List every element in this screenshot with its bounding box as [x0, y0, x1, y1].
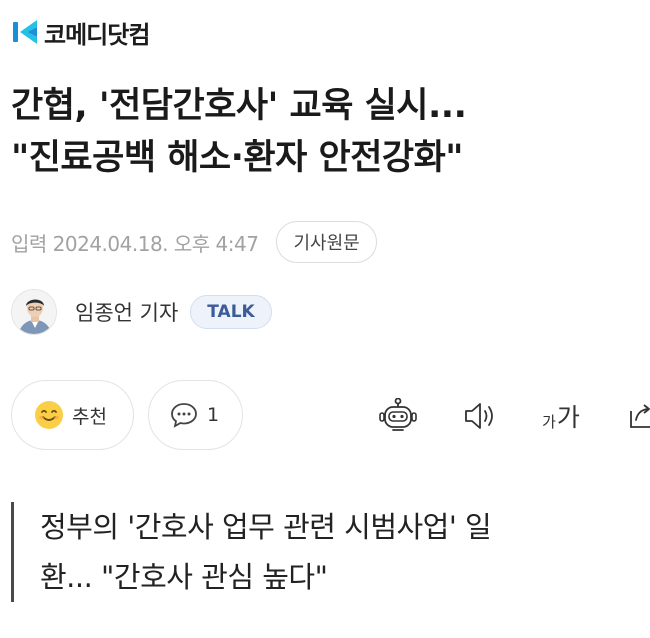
- speaker-icon: [465, 403, 493, 429]
- avatar[interactable]: [11, 289, 57, 335]
- speech-bubble-icon: [171, 403, 197, 428]
- komedi-logo-icon: [13, 20, 37, 44]
- share-button[interactable]: [627, 398, 650, 434]
- subheadline-line-2: 환... "간호사 관심 높다": [40, 560, 328, 594]
- article-subheadline: 정부의 '간호사 업무 관련 시범사업' 일 환... "간호사 관심 높다": [11, 502, 643, 602]
- robot-icon: [379, 398, 417, 431]
- author-name[interactable]: 임종언 기자: [75, 297, 178, 327]
- font-size-button[interactable]: 가 가: [537, 398, 585, 434]
- text-to-speech-button[interactable]: [461, 398, 501, 434]
- share-icon: [630, 404, 650, 428]
- headline-line-2: "진료공백 해소·환자 안전강화": [11, 138, 464, 178]
- talk-button[interactable]: TALK: [190, 295, 272, 329]
- font-size-large-glyph: 가: [556, 403, 580, 432]
- author-row: 임종언 기자 TALK: [11, 288, 272, 336]
- recommend-button[interactable]: 추천: [11, 380, 134, 450]
- article-headline: 간협, '전담간호사' 교육 실시... "진료공백 해소·환자 안전강화": [11, 80, 643, 184]
- smiley-emoji-icon: [35, 401, 63, 429]
- article-meta: 입력 2024.04.18. 오후 4:47 기사원문: [11, 220, 377, 264]
- comment-button[interactable]: 1: [148, 380, 243, 450]
- author-photo-icon: [12, 290, 56, 334]
- action-bar: 추천 1 가 가: [11, 380, 650, 452]
- original-article-button[interactable]: 기사원문: [276, 221, 377, 263]
- summary-bot-button[interactable]: [376, 398, 420, 434]
- font-size-small-glyph: 가: [542, 413, 556, 431]
- site-logo[interactable]: 코메디닷컴: [11, 12, 150, 52]
- headline-line-1: 간협, '전담간호사' 교육 실시...: [11, 86, 467, 126]
- comment-count: 1: [207, 404, 220, 426]
- recommend-label: 추천: [72, 405, 107, 428]
- published-date: 입력 2024.04.18. 오후 4:47: [11, 231, 259, 256]
- subheadline-line-1: 정부의 '간호사 업무 관련 시범사업' 일: [40, 510, 492, 544]
- logo-text: 코메디닷컴: [44, 20, 150, 49]
